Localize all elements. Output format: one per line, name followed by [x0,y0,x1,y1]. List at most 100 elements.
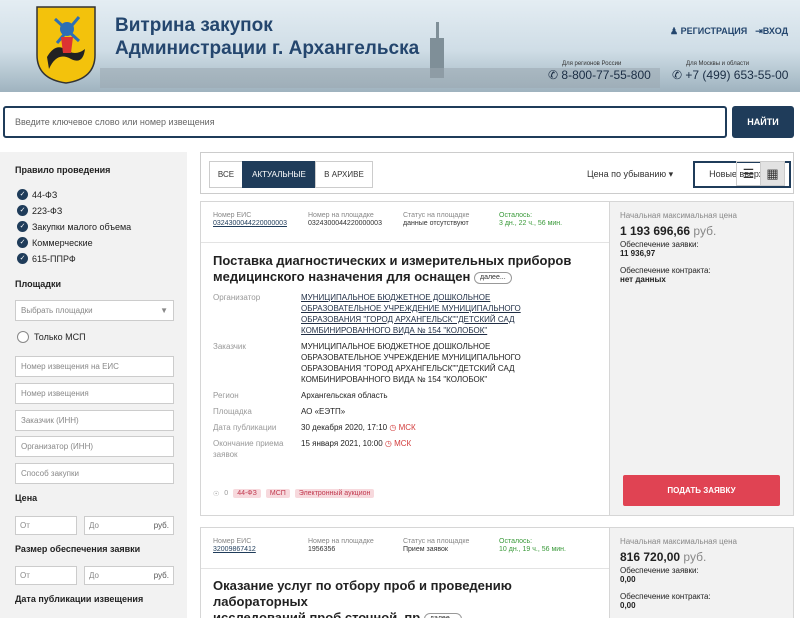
tag-msp: МСП [265,489,290,498]
timezone-label: МСК [398,423,416,432]
bid-security: Обеспечение заявки: 11 936,97 [620,240,699,258]
tender-title-line-2: исследований проб сточной, пр [213,610,421,618]
notice-number-field[interactable]: Номер извещения [15,383,174,404]
customer-inn-field[interactable]: Заказчик (ИНН) [15,410,174,431]
price-to-placeholder: До [89,521,99,530]
eis-number-field[interactable]: Номер извещения на ЕИС [15,356,174,377]
pub-date-value: 30 декабря 2020, 17:10 ◷ МСК [301,422,416,433]
remaining-meta: Осталось: 10 дн., 19 ч., 56 мин. [499,538,566,553]
rule-heading: Правило проведения [15,165,111,175]
phone-regions-caption: Для регионов России [562,61,622,67]
remaining-value: 10 дн., 19 ч., 56 мин. [499,546,566,553]
nmc-amount: 1 193 696,66 [620,224,691,238]
customer-value: МУНИЦИПАЛЬНОЕ БЮДЖЕТНОЕ ДОШКОЛЬНОЕ ОБРАЗ… [301,341,521,385]
city-skyline-spire [436,22,439,40]
register-link[interactable]: ♟ РЕГИСТРАЦИЯ [670,26,747,37]
nmc-currency: руб. [683,550,707,564]
remaining-label: Осталось: [499,212,533,219]
eis-number-link[interactable]: 32009867412 [213,546,256,553]
organizer-line: МУНИЦИПАЛЬНОЕ БЮДЖЕТНОЕ ДОШКОЛЬНОЕ [301,293,491,302]
eis-label: Номер ЕИС [213,212,252,219]
platform-status-label: Статус на площадке [403,212,470,219]
platform-number-label: Номер на площадке [308,538,374,545]
only-msp-radio[interactable]: Только МСП [17,331,86,343]
platforms-placeholder: Выбрать площадки [21,306,93,315]
more-button[interactable]: далее... [423,612,462,618]
deposit-heading: Размер обеспечения заявки [15,544,141,554]
law-checkbox-223[interactable]: ✓ 223-ФЗ [17,205,62,216]
law-label: 223-ФЗ [32,205,63,216]
phone-regions: Для регионов России ✆ 8-800-77-55-800 [548,61,651,82]
nmc-value: 1 193 696,66 руб. [620,224,716,238]
grid-view-icon[interactable]: ▦ [760,161,785,186]
phone-moscow-number[interactable]: +7 (499) 653-55-00 [685,68,788,82]
search-button[interactable]: НАЙТИ [732,106,794,138]
organizer-line: ОБРАЗОВАНИЯ "ГОРОД АРХАНГЕЛЬСК""ДЕТСКИЙ … [301,315,515,324]
remaining-value: 3 дн., 22 ч., 56 мин. [499,220,563,227]
tender-title[interactable]: Поставка диагностических и измерительных… [213,253,593,285]
check-icon: ✓ [17,253,28,264]
site-header: Витрина закупок Администрации г. Арханге… [0,0,800,92]
tender-title-line-1: Оказание услуг по отбору проб и проведен… [213,578,512,609]
law-checkbox-615[interactable]: ✓ 615-ППРФ [17,253,76,264]
contract-security-label: Обеспечение контракта: [620,592,711,601]
law-checkbox-commercial[interactable]: ✓ Коммерческие [17,237,93,248]
views-count: 0 [224,490,229,497]
search-input[interactable] [3,106,727,138]
tab-all[interactable]: ВСЕ [209,161,243,188]
platform-number-meta: Номер на площадке 0324300044220000003 [308,212,382,227]
only-msp-label: Только МСП [34,332,86,342]
law-checkbox-small-volume[interactable]: ✓ Закупки малого объема [17,221,131,232]
check-icon: ✓ [17,237,28,248]
tender-title-line-1: Поставка диагностических и измерительных… [213,253,572,268]
eis-number-meta: Номер ЕИС 32009867412 [213,538,256,553]
pub-date-text: 30 декабря 2020, 17:10 [301,423,388,432]
platform-number-label: Номер на площадке [308,212,374,219]
sort-by-price[interactable]: Цена по убыванию ▾ [587,169,673,180]
customer-line: МУНИЦИПАЛЬНОЕ БЮДЖЕТНОЕ ДОШКОЛЬНОЕ [301,342,491,351]
law-checkbox-44[interactable]: ✓ 44-ФЗ [17,189,57,200]
tender-title[interactable]: Оказание услуг по отбору проб и проведен… [213,578,608,618]
login-link[interactable]: ⇥ВХОД [755,26,788,37]
eis-label: Номер ЕИС [213,538,252,545]
eye-icon: ☉ [213,490,220,498]
price-to-input[interactable]: До руб. [84,516,174,535]
deposit-currency: руб. [153,571,169,580]
eis-number-link[interactable]: 0324300044220000003 [213,220,287,227]
organizer-inn-field[interactable]: Организатор (ИНН) [15,436,174,457]
more-button[interactable]: далее... [473,271,512,284]
check-icon: ✓ [17,189,28,200]
organizer-link[interactable]: МУНИЦИПАЛЬНОЕ БЮДЖЕТНОЕ ДОШКОЛЬНОЕ ОБРАЗ… [301,292,521,336]
contract-security-value: 0,00 [620,601,636,610]
login-label: ВХОД [762,26,788,36]
platform-status-value: Прием заявок [403,546,448,553]
deposit-from-input[interactable]: От [15,566,77,585]
tab-current[interactable]: АКТУАЛЬНЫЕ [242,161,316,188]
law-label: Закупки малого объема [32,221,132,232]
coat-of-arms-logo[interactable] [35,5,97,85]
site-title: Витрина закупок Администрации г. Арханге… [115,14,419,60]
contract-security-label: Обеспечение контракта: [620,266,711,275]
organizer-line: ОБРАЗОВАТЕЛЬНОЕ УЧРЕЖДЕНИЕ МУНИЦИПАЛЬНОГ… [301,304,521,313]
deposit-to-input[interactable]: До руб. [84,566,174,585]
bid-security: Обеспечение заявки: 0,00 [620,566,699,584]
tab-archive[interactable]: В АРХИВЕ [315,161,373,188]
nmc-currency: руб. [693,224,717,238]
price-currency: руб. [153,521,169,530]
check-icon: ✓ [17,205,28,216]
contract-security-value: нет данных [620,275,666,284]
procurement-method-field[interactable]: Способ закупки [15,463,174,484]
end-date-text: 15 января 2021, 10:00 [301,439,383,448]
platform-status-value: данные отсутствуют [403,220,469,227]
phone-icon: ✆ [548,68,559,82]
clock-icon: ◷ [389,423,397,432]
law-label: 44-ФЗ [32,189,58,200]
apply-button[interactable]: ПОДАТЬ ЗАЯВКУ [623,475,780,506]
price-from-input[interactable]: От [15,516,77,535]
platform-number-value: 1956356 [308,546,336,553]
list-view-icon[interactable]: ☰ [736,161,761,186]
platforms-select[interactable]: Выбрать площадки ▼ [15,300,174,321]
phone-regions-number[interactable]: 8-800-77-55-800 [561,68,650,82]
user-plus-icon: ♟ [670,26,679,36]
filter-sidebar: Правило проведения ✓ 44-ФЗ ✓ 223-ФЗ ✓ Закуп… [0,152,187,618]
